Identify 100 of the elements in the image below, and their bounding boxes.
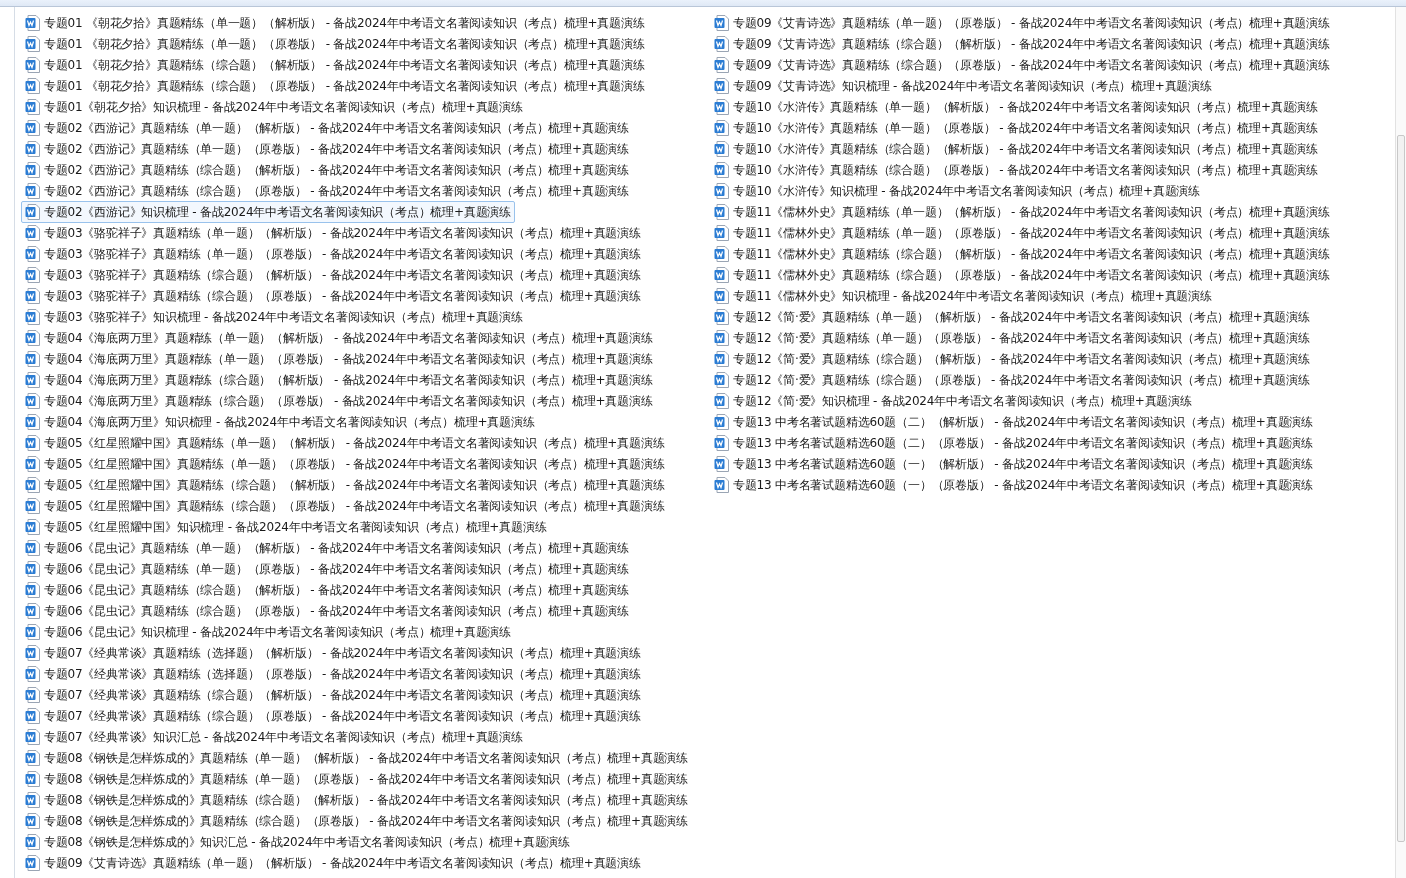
file-item[interactable]: 专题13 中考名著试题精选60题（一）（解析版） - 备战2024年中考语文名著阅读知识（考点）梳理+真题演练	[710, 453, 1317, 475]
file-item[interactable]: 专题05《红星照耀中国》真题精练（综合题）（原卷版） - 备战2024年中考语文名著阅读知识（考点）梳理+真题演练	[21, 495, 669, 517]
document-icon	[25, 435, 40, 451]
file-item[interactable]: 专题06《昆虫记》真题精练（综合题）（原卷版） - 备战2024年中考语文名著阅读知识（考点）梳理+真题演练	[21, 600, 634, 622]
file-item[interactable]: 专题02《西游记》真题精练（综合题）（原卷版） - 备战2024年中考语文名著阅读知识（考点）梳理+真题演练	[21, 180, 634, 202]
document-icon	[25, 246, 40, 262]
file-item[interactable]: 专题08《钢铁是怎样炼成的》真题精练（综合题）（解析版） - 备战2024年中考语文名著阅读知识（考点）梳理+真题演练	[21, 789, 693, 811]
document-icon	[25, 855, 40, 871]
document-icon	[714, 78, 729, 94]
file-item[interactable]: 专题06《昆虫记》真题精练（单一题）（原卷版） - 备战2024年中考语文名著阅读知识（考点）梳理+真题演练	[21, 558, 634, 580]
file-item[interactable]: 专题12《简·爱》知识梳理 - 备战2024年中考语文名著阅读知识（考点）梳理+真题演练	[710, 390, 1196, 412]
document-icon	[714, 36, 729, 52]
document-icon	[25, 120, 40, 136]
document-icon	[25, 267, 40, 283]
file-item[interactable]: 专题05《红星照耀中国》真题精练（单一题）（解析版） - 备战2024年中考语文名著阅读知识（考点）梳理+真题演练	[21, 432, 669, 454]
document-icon	[25, 162, 40, 178]
file-item[interactable]: 专题09《艾青诗选》真题精练（单一题）（解析版） - 备战2024年中考语文名著阅读知识（考点）梳理+真题演练	[21, 852, 645, 874]
file-item[interactable]: 专题07《经典常谈》真题精练（选择题）（解析版） - 备战2024年中考语文名著阅读知识（考点）梳理+真题演练	[21, 642, 645, 664]
file-item[interactable]: 专题11《儒林外史》真题精练（综合题）（解析版） - 备战2024年中考语文名著阅读知识（考点）梳理+真题演练	[710, 243, 1334, 265]
document-icon	[714, 456, 729, 472]
document-icon	[714, 15, 729, 31]
file-item[interactable]: 专题02《西游记》真题精练（单一题）（原卷版） - 备战2024年中考语文名著阅读知识（考点）梳理+真题演练	[21, 138, 634, 160]
document-icon	[25, 603, 40, 619]
file-item[interactable]: 专题06《昆虫记》真题精练（单一题）（解析版） - 备战2024年中考语文名著阅读知识（考点）梳理+真题演练	[21, 537, 634, 559]
file-item[interactable]: 专题09《艾青诗选》真题精练（单一题）（原卷版） - 备战2024年中考语文名著阅读知识（考点）梳理+真题演练	[710, 12, 1334, 34]
file-item[interactable]: 专题09《艾青诗选》真题精练（综合题）（解析版） - 备战2024年中考语文名著阅读知识（考点）梳理+真题演练	[710, 33, 1334, 55]
file-item[interactable]: 专题04《海底两万里》真题精练（综合题）（原卷版） - 备战2024年中考语文名著阅读知识（考点）梳理+真题演练	[21, 390, 657, 412]
file-item[interactable]: 专题03《骆驼祥子》真题精练（单一题）（原卷版） - 备战2024年中考语文名著阅读知识（考点）梳理+真题演练	[21, 243, 645, 265]
file-item[interactable]: 专题08《钢铁是怎样炼成的》知识汇总 - 备战2024年中考语文名著阅读知识（考点）梳理+真题演练	[21, 831, 575, 853]
file-item[interactable]: 专题11《儒林外史》知识梳理 - 备战2024年中考语文名著阅读知识（考点）梳理+真题演练	[710, 285, 1216, 307]
document-icon	[714, 435, 729, 451]
document-icon	[714, 204, 729, 220]
document-icon	[25, 771, 40, 787]
document-icon	[25, 330, 40, 346]
file-item[interactable]: 专题08《钢铁是怎样炼成的》真题精练（综合题）（原卷版） - 备战2024年中考语文名著阅读知识（考点）梳理+真题演练	[21, 810, 693, 832]
document-icon	[25, 624, 40, 640]
document-icon	[25, 792, 40, 808]
document-icon	[25, 36, 40, 52]
file-item[interactable]: 专题10《水浒传》真题精练（单一题）（解析版） - 备战2024年中考语文名著阅读知识（考点）梳理+真题演练	[710, 96, 1323, 118]
document-icon	[25, 372, 40, 388]
document-icon	[25, 78, 40, 94]
document-icon	[25, 393, 40, 409]
file-item[interactable]: 专题04《海底两万里》知识梳理 - 备战2024年中考语文名著阅读知识（考点）梳理+真题演练	[21, 411, 539, 433]
file-item[interactable]: 专题12《简·爱》真题精练（单一题）（解析版） - 备战2024年中考语文名著阅读知识（考点）梳理+真题演练	[710, 306, 1314, 328]
file-item[interactable]: 专题01 《朝花夕拾》真题精练（单一题）（原卷版） - 备战2024年中考语文名著阅读知识（考点）梳理+真题演练	[21, 33, 649, 55]
file-item[interactable]: 专题01 《朝花夕拾》真题精练（综合题）（原卷版） - 备战2024年中考语文名著阅读知识（考点）梳理+真题演练	[21, 75, 649, 97]
document-icon	[25, 708, 40, 724]
file-item[interactable]: 专题08《钢铁是怎样炼成的》真题精练（单一题）（解析版） - 备战2024年中考语文名著阅读知识（考点）梳理+真题演练	[21, 747, 693, 769]
file-item[interactable]: 专题10《水浒传》真题精练（单一题）（原卷版） - 备战2024年中考语文名著阅读知识（考点）梳理+真题演练	[710, 117, 1323, 139]
document-icon	[25, 834, 40, 850]
document-icon	[714, 120, 729, 136]
file-item[interactable]: 专题05《红星照耀中国》知识梳理 - 备战2024年中考语文名著阅读知识（考点）梳理+真题演练	[21, 516, 551, 538]
file-item[interactable]: 专题06《昆虫记》知识梳理 - 备战2024年中考语文名著阅读知识（考点）梳理+真题演练	[21, 621, 516, 643]
file-item[interactable]: 专题04《海底两万里》真题精练（综合题）（解析版） - 备战2024年中考语文名著阅读知识（考点）梳理+真题演练	[21, 369, 657, 391]
file-item[interactable]: 专题03《骆驼祥子》真题精练（综合题）（解析版） - 备战2024年中考语文名著阅读知识（考点）梳理+真题演练	[21, 264, 645, 286]
file-item[interactable]: 专题01《朝花夕拾》知识梳理 - 备战2024年中考语文名著阅读知识（考点）梳理+真题演练	[21, 96, 527, 118]
file-item[interactable]: 专题12《简·爱》真题精练（综合题）（解析版） - 备战2024年中考语文名著阅读知识（考点）梳理+真题演练	[710, 348, 1314, 370]
document-icon	[25, 561, 40, 577]
file-item[interactable]: 专题02《西游记》真题精练（单一题）（解析版） - 备战2024年中考语文名著阅读知识（考点）梳理+真题演练	[21, 117, 634, 139]
document-icon	[25, 540, 40, 556]
file-item[interactable]: 专题06《昆虫记》真题精练（综合题）（解析版） - 备战2024年中考语文名著阅读知识（考点）梳理+真题演练	[21, 579, 634, 601]
file-item[interactable]: 专题10《水浒传》真题精练（综合题）（解析版） - 备战2024年中考语文名著阅读知识（考点）梳理+真题演练	[710, 138, 1323, 160]
file-item[interactable]: 专题10《水浒传》知识梳理 - 备战2024年中考语文名著阅读知识（考点）梳理+真题演练	[710, 180, 1205, 202]
file-item[interactable]: 专题09《艾青诗选》知识梳理 - 备战2024年中考语文名著阅读知识（考点）梳理+真题演练	[710, 75, 1216, 97]
file-item[interactable]: 专题01 《朝花夕拾》真题精练（单一题）（解析版） - 备战2024年中考语文名著阅读知识（考点）梳理+真题演练	[21, 12, 649, 34]
document-icon	[25, 309, 40, 325]
document-icon	[25, 414, 40, 430]
file-item[interactable]: 专题02《西游记》真题精练（综合题）（解析版） - 备战2024年中考语文名著阅读知识（考点）梳理+真题演练	[21, 159, 634, 181]
file-item[interactable]: 专题04《海底两万里》真题精练（单一题）（解析版） - 备战2024年中考语文名著阅读知识（考点）梳理+真题演练	[21, 327, 657, 349]
file-item[interactable]: 专题03《骆驼祥子》真题精练（单一题）（解析版） - 备战2024年中考语文名著阅读知识（考点）梳理+真题演练	[21, 222, 645, 244]
file-item[interactable]: 专题12《简·爱》真题精练（综合题）（原卷版） - 备战2024年中考语文名著阅读知识（考点）梳理+真题演练	[710, 369, 1314, 391]
file-item[interactable]: 专题04《海底两万里》真题精练（单一题）（原卷版） - 备战2024年中考语文名著阅读知识（考点）梳理+真题演练	[21, 348, 657, 370]
document-icon	[25, 687, 40, 703]
file-item[interactable]: 专题13 中考名著试题精选60题（二）（解析版） - 备战2024年中考语文名著阅读知识（考点）梳理+真题演练	[710, 411, 1317, 433]
file-item[interactable]: 专题08《钢铁是怎样炼成的》真题精练（单一题）（原卷版） - 备战2024年中考语文名著阅读知识（考点）梳理+真题演练	[21, 768, 693, 790]
file-item[interactable]: 专题10《水浒传》真题精练（综合题）（原卷版） - 备战2024年中考语文名著阅读知识（考点）梳理+真题演练	[710, 159, 1323, 181]
file-item[interactable]: 专题07《经典常谈》知识汇总 - 备战2024年中考语文名著阅读知识（考点）梳理+真题演练	[21, 726, 527, 748]
file-item[interactable]: 专题11《儒林外史》真题精练（综合题）（原卷版） - 备战2024年中考语文名著阅读知识（考点）梳理+真题演练	[710, 264, 1334, 286]
file-item[interactable]: 专题05《红星照耀中国》真题精练（单一题）（原卷版） - 备战2024年中考语文名著阅读知识（考点）梳理+真题演练	[21, 453, 669, 475]
file-item[interactable]: 专题12《简·爱》真题精练（单一题）（原卷版） - 备战2024年中考语文名著阅读知识（考点）梳理+真题演练	[710, 327, 1314, 349]
file-item[interactable]: 专题13 中考名著试题精选60题（二）（原卷版） - 备战2024年中考语文名著阅读知识（考点）梳理+真题演练	[710, 432, 1317, 454]
document-icon	[714, 288, 729, 304]
file-item[interactable]: 专题11《儒林外史》真题精练（单一题）（原卷版） - 备战2024年中考语文名著阅读知识（考点）梳理+真题演练	[710, 222, 1334, 244]
file-item[interactable]: 专题05《红星照耀中国》真题精练（综合题）（解析版） - 备战2024年中考语文名著阅读知识（考点）梳理+真题演练	[21, 474, 669, 496]
file-item[interactable]: 专题01 《朝花夕拾》真题精练（综合题）（解析版） - 备战2024年中考语文名著阅读知识（考点）梳理+真题演练	[21, 54, 649, 76]
file-item[interactable]: 专题03《骆驼祥子》知识梳理 - 备战2024年中考语文名著阅读知识（考点）梳理+真题演练	[21, 306, 527, 328]
file-item[interactable]: 专题07《经典常谈》真题精练（选择题）（原卷版） - 备战2024年中考语文名著阅读知识（考点）梳理+真题演练	[21, 663, 645, 685]
file-item[interactable]: 专题09《艾青诗选》真题精练（综合题）（原卷版） - 备战2024年中考语文名著阅读知识（考点）梳理+真题演练	[710, 54, 1334, 76]
document-icon	[714, 246, 729, 262]
file-item[interactable]: 专题13 中考名著试题精选60题（一）（原卷版） - 备战2024年中考语文名著阅读知识（考点）梳理+真题演练	[710, 474, 1317, 496]
file-item[interactable]: 专题07《经典常谈》真题精练（综合题）（解析版） - 备战2024年中考语文名著阅读知识（考点）梳理+真题演练	[21, 684, 645, 706]
file-item[interactable]: 专题03《骆驼祥子》真题精练（综合题）（原卷版） - 备战2024年中考语文名著阅读知识（考点）梳理+真题演练	[21, 285, 645, 307]
document-icon	[25, 57, 40, 73]
file-item[interactable]: 专题02《西游记》知识梳理 - 备战2024年中考语文名著阅读知识（考点）梳理+真题演练	[21, 201, 516, 223]
document-icon	[714, 351, 729, 367]
document-icon	[714, 141, 729, 157]
file-item[interactable]: 专题11《儒林外史》真题精练（单一题）（解析版） - 备战2024年中考语文名著阅读知识（考点）梳理+真题演练	[710, 201, 1334, 223]
scroll-bar[interactable]	[1395, 7, 1406, 878]
file-item[interactable]: 专题07《经典常谈》真题精练（综合题）（原卷版） - 备战2024年中考语文名著阅读知识（考点）梳理+真题演练	[21, 705, 645, 727]
document-icon	[714, 99, 729, 115]
